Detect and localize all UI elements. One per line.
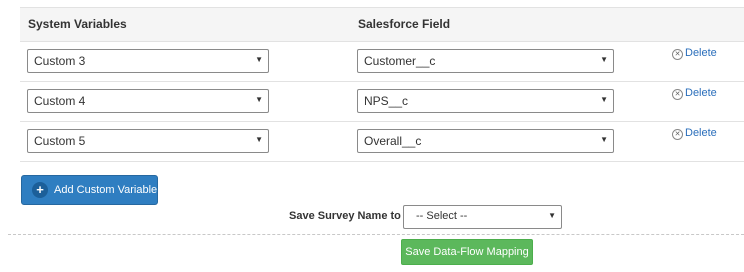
- salesforce-field-select[interactable]: NPS__c ▼: [357, 89, 614, 113]
- delete-label: Delete: [685, 47, 717, 59]
- system-variable-value: Custom 4: [34, 94, 86, 108]
- close-circle-icon: ✕: [672, 129, 683, 140]
- salesforce-field-value: Overall__c: [364, 134, 422, 148]
- chevron-down-icon: ▼: [255, 135, 263, 144]
- divider: [8, 234, 744, 235]
- add-custom-variable-label: Add Custom Variable: [54, 184, 158, 196]
- system-variable-select[interactable]: Custom 3 ▼: [27, 49, 269, 73]
- plus-circle-icon: +: [32, 182, 48, 198]
- salesforce-field-select[interactable]: Customer__c ▼: [357, 49, 614, 73]
- system-variables-header: System Variables: [28, 17, 127, 31]
- chevron-down-icon: ▼: [600, 135, 608, 144]
- table-row: Custom 3 ▼ Customer__c ▼ ✕ Delete: [20, 42, 744, 82]
- mapping-table: System Variables Salesforce Field Custom…: [20, 7, 744, 162]
- save-survey-name-label: Save Survey Name to :: [289, 210, 408, 222]
- save-data-flow-mapping-button[interactable]: Save Data-Flow Mapping: [401, 239, 533, 265]
- chevron-down-icon: ▼: [600, 55, 608, 64]
- close-circle-icon: ✕: [672, 49, 683, 60]
- system-variable-value: Custom 3: [34, 54, 86, 68]
- delete-row-link[interactable]: ✕ Delete: [672, 127, 717, 140]
- system-variable-value: Custom 5: [34, 134, 86, 148]
- chevron-down-icon: ▼: [548, 211, 556, 220]
- close-circle-icon: ✕: [672, 89, 683, 100]
- chevron-down-icon: ▼: [255, 55, 263, 64]
- survey-name-value: -- Select --: [416, 210, 468, 222]
- table-row: Custom 5 ▼ Overall__c ▼ ✕ Delete: [20, 122, 744, 162]
- chevron-down-icon: ▼: [255, 95, 263, 104]
- salesforce-field-header: Salesforce Field: [358, 17, 451, 31]
- table-row: Custom 4 ▼ NPS__c ▼ ✕ Delete: [20, 82, 744, 122]
- salesforce-field-value: NPS__c: [364, 94, 409, 108]
- data-flow-mapping-panel: System Variables Salesforce Field Custom…: [0, 0, 744, 272]
- system-variable-select[interactable]: Custom 4 ▼: [27, 89, 269, 113]
- delete-label: Delete: [685, 87, 717, 99]
- delete-row-link[interactable]: ✕ Delete: [672, 47, 717, 60]
- salesforce-field-value: Customer__c: [364, 54, 436, 68]
- delete-row-link[interactable]: ✕ Delete: [672, 87, 717, 100]
- chevron-down-icon: ▼: [600, 95, 608, 104]
- system-variable-select[interactable]: Custom 5 ▼: [27, 129, 269, 153]
- add-custom-variable-button[interactable]: + Add Custom Variable: [21, 175, 158, 205]
- survey-name-select[interactable]: -- Select -- ▼: [403, 205, 562, 229]
- delete-label: Delete: [685, 127, 717, 139]
- salesforce-field-select[interactable]: Overall__c ▼: [357, 129, 614, 153]
- table-header: System Variables Salesforce Field: [20, 7, 744, 42]
